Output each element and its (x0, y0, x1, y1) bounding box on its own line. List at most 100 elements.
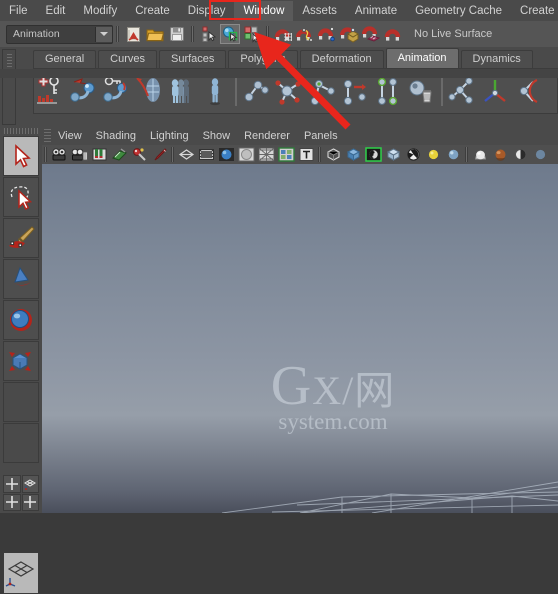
create-joint-icon[interactable] (274, 75, 305, 107)
menu-item-edit[interactable]: Edit (37, 1, 75, 21)
menu-set-dropdown[interactable]: Animation (6, 24, 113, 44)
insert-joint-tool-icon[interactable] (307, 75, 338, 107)
layout-four-view[interactable] (3, 475, 21, 493)
viewport-divider (465, 147, 468, 162)
light-yellow-icon[interactable] (424, 146, 442, 163)
open-scene-adobe-icon[interactable] (123, 24, 143, 44)
menu-item-create[interactable]: Create (126, 1, 179, 21)
remove-joint-icon[interactable] (373, 75, 404, 107)
save-scene-icon[interactable] (167, 24, 187, 44)
reroot-skeleton-icon[interactable] (340, 75, 371, 107)
film-gate-icon[interactable] (197, 146, 215, 163)
select-camera-icon[interactable] (50, 146, 68, 163)
shelf-tab-polygons[interactable]: Polygons (228, 50, 298, 68)
wireframe-on-shaded-icon[interactable] (257, 146, 275, 163)
main-menu-bar: File Edit Modify Create Display Window A… (0, 0, 558, 22)
text-display-icon[interactable] (297, 146, 315, 163)
snap-to-view-plane-icon[interactable] (361, 24, 381, 44)
viewport-menu-view[interactable]: View (51, 128, 89, 145)
character-set-icon[interactable] (200, 75, 231, 107)
ghost-selected-icon[interactable] (167, 75, 198, 107)
menu-item-display[interactable]: Display (179, 1, 235, 21)
menu-item-animate[interactable]: Animate (346, 1, 406, 21)
two-dimensional-pan-zoom-icon[interactable] (130, 146, 148, 163)
set-breakdown-key-icon[interactable] (68, 75, 99, 107)
viewport-drag-handle[interactable] (44, 129, 51, 143)
shelf-drag-handle[interactable] (2, 49, 16, 125)
layout-shortcut-grid (3, 475, 39, 511)
menu-item-create-deformers[interactable]: Create Deformers (511, 1, 558, 21)
viewport-menu-renderer[interactable]: Renderer (237, 128, 297, 145)
motion-blur-icon[interactable] (511, 146, 529, 163)
single-perspective-layout[interactable] (3, 552, 39, 594)
xray-display-icon[interactable] (324, 146, 342, 163)
wireframe-shading-icon[interactable] (177, 146, 195, 163)
lasso-select-tool[interactable] (3, 177, 39, 217)
shelf-tab-animation[interactable]: Animation (385, 48, 459, 68)
shelf-tab-general[interactable]: General (33, 50, 97, 68)
viewport-3d-canvas[interactable]: GX/网 system.com (42, 164, 558, 513)
create-joint-chain-icon[interactable] (241, 75, 272, 107)
set-key-icon[interactable] (35, 75, 66, 107)
last-tool-slot[interactable] (3, 382, 39, 422)
shelf-tab-deformation[interactable]: Deformation (299, 50, 384, 68)
viewport-menu-show[interactable]: Show (196, 128, 238, 145)
soft-modification-slot[interactable] (3, 423, 39, 463)
snap-to-projected-center-icon[interactable] (339, 24, 359, 44)
camera-attributes-icon[interactable] (70, 146, 88, 163)
shaded-cube-icon[interactable] (344, 146, 362, 163)
ik-spline-handle-icon[interactable] (513, 75, 544, 107)
light-blue-icon[interactable] (444, 146, 462, 163)
paint-selection-tool[interactable] (3, 218, 39, 258)
viewport-menu-panels[interactable]: Panels (297, 128, 345, 145)
ik-handle-tool-icon[interactable] (134, 75, 165, 107)
scale-tool[interactable] (3, 341, 39, 381)
menu-item-file[interactable]: File (0, 1, 37, 21)
light-extra-icon[interactable] (531, 146, 549, 163)
select-by-object-icon[interactable] (220, 24, 240, 44)
smooth-shade-selected-icon[interactable] (237, 146, 255, 163)
shelf-tab-surfaces[interactable]: Surfaces (158, 50, 227, 68)
menu-item-window[interactable]: Window (234, 0, 294, 21)
toolbox-drag-handle[interactable] (4, 128, 38, 134)
snap-to-curve-magnet-icon[interactable] (295, 24, 315, 44)
open-folder-icon[interactable] (145, 24, 165, 44)
grease-pencil-icon[interactable] (150, 146, 168, 163)
maya-application-window: File Edit Modify Create Display Window A… (0, 0, 558, 594)
use-default-material-icon[interactable] (384, 146, 402, 163)
set-driven-key-icon[interactable] (101, 75, 132, 107)
highquality-render-icon[interactable] (471, 146, 489, 163)
viewport-menu-shading[interactable]: Shading (89, 128, 143, 145)
shadow-display-icon[interactable] (404, 146, 422, 163)
image-plane-icon[interactable] (110, 146, 128, 163)
menu-item-modify[interactable]: Modify (74, 1, 126, 21)
bookmarks-icon[interactable] (90, 146, 108, 163)
select-by-hierarchy-icon[interactable] (242, 24, 262, 44)
shelf-panel: General Curves Surfaces Polygons Deforma… (0, 47, 558, 127)
move-tool[interactable] (3, 259, 39, 299)
ambient-occlusion-icon[interactable] (491, 146, 509, 163)
hardware-texturing-icon[interactable] (364, 146, 382, 163)
rotate-tool[interactable] (3, 300, 39, 340)
layout-persp-graph[interactable] (3, 493, 21, 511)
mirror-joint-icon[interactable] (406, 75, 437, 107)
snap-to-grid-magnet-icon[interactable] (273, 24, 293, 44)
orient-joint-icon[interactable] (447, 75, 478, 107)
viewport-menu-lighting[interactable]: Lighting (143, 128, 196, 145)
shelf-tab-dynamics[interactable]: Dynamics (460, 50, 533, 68)
menu-item-assets[interactable]: Assets (293, 1, 346, 21)
chevron-down-icon[interactable] (95, 26, 112, 42)
snap-to-point-magnet-icon[interactable] (317, 24, 337, 44)
layout-persp-outliner[interactable] (21, 475, 39, 493)
smooth-shade-all-icon[interactable] (217, 146, 235, 163)
texture-display-icon[interactable] (277, 146, 295, 163)
layout-two-panes[interactable] (21, 493, 39, 511)
select-by-component-icon[interactable] (198, 24, 218, 44)
connect-joint-icon[interactable] (480, 75, 511, 107)
toolbar-divider (191, 26, 194, 42)
make-live-magnet-icon[interactable] (383, 24, 403, 44)
menu-item-geometry-cache[interactable]: Geometry Cache (406, 1, 511, 21)
shelf-tab-curves[interactable]: Curves (98, 50, 157, 68)
select-tool[interactable] (3, 136, 39, 176)
toolbar-divider (116, 26, 119, 42)
